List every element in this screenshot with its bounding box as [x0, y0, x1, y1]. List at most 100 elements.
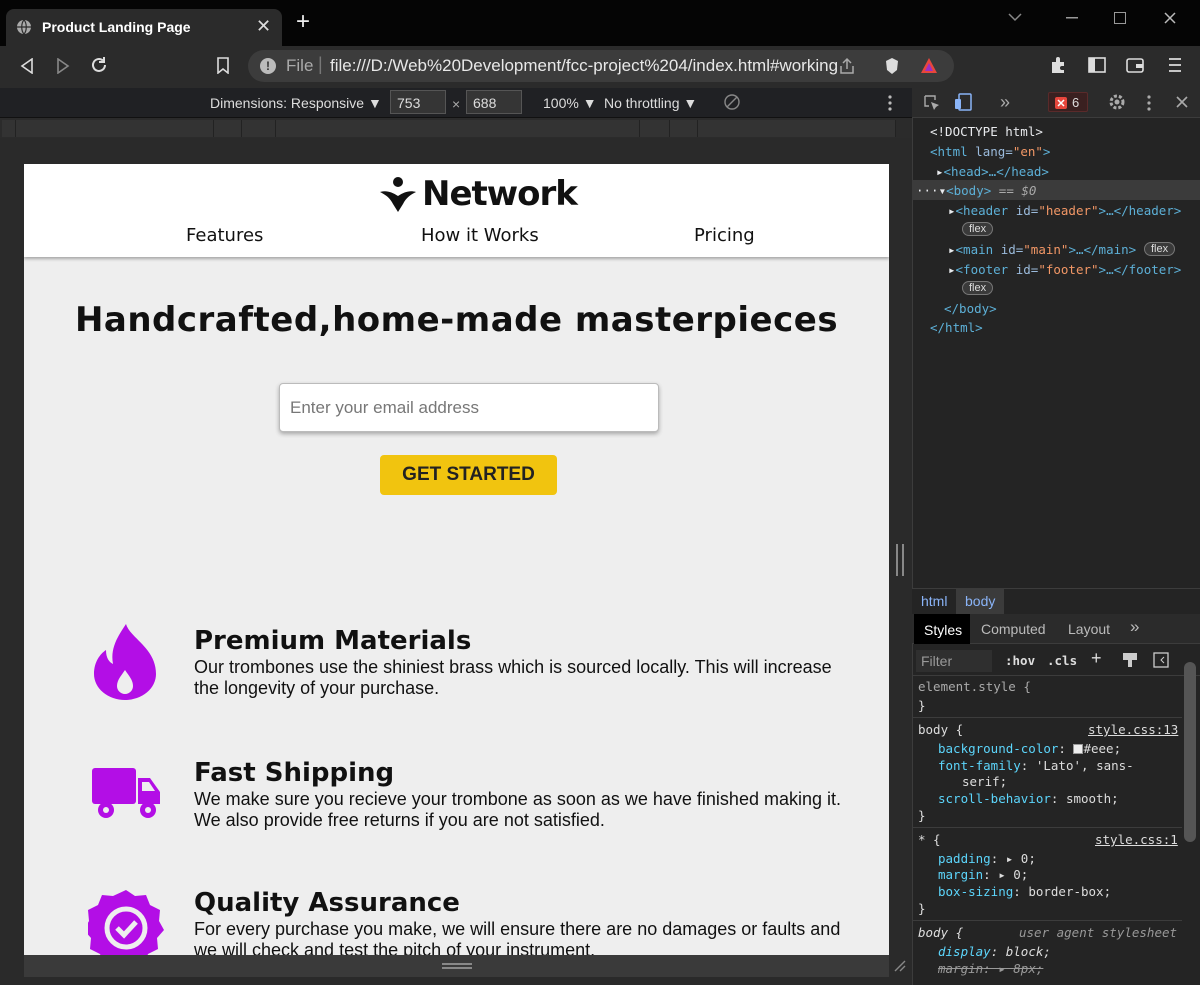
- menu-icon[interactable]: [1168, 57, 1182, 73]
- tab-styles[interactable]: Styles: [914, 614, 970, 644]
- ruler-segment[interactable]: [214, 120, 242, 137]
- rule-divider: [912, 827, 1182, 828]
- css-declaration[interactable]: padding: ▸ 0;: [938, 851, 1036, 866]
- resize-grip[interactable]: [442, 963, 472, 969]
- minimize-icon[interactable]: [1066, 17, 1078, 19]
- reload-icon[interactable]: [90, 56, 108, 74]
- dom-footer[interactable]: ▸<footer id="footer">…</footer>: [948, 262, 1181, 277]
- device-toggle-icon[interactable]: [954, 93, 972, 111]
- dom-body[interactable]: ···▾<body> == $0: [916, 183, 1036, 198]
- flex-badge[interactable]: flex: [962, 222, 994, 236]
- url-text[interactable]: file:///D:/Web%20Development/fcc-project…: [330, 56, 838, 76]
- forward-icon[interactable]: [56, 58, 70, 74]
- css-declaration[interactable]: background-color: #eee;: [938, 741, 1121, 756]
- css-rule-body-selector[interactable]: body {: [918, 722, 963, 737]
- tab-search-icon[interactable]: [1008, 12, 1022, 22]
- brave-shields-icon[interactable]: [884, 57, 900, 75]
- landing-page: Network Features How it Works Pricing Ha…: [24, 164, 889, 955]
- color-swatch[interactable]: [1073, 744, 1084, 754]
- feature-text: We make sure you recieve your trombone a…: [194, 789, 841, 830]
- dom-html[interactable]: <html lang="en">: [930, 144, 1050, 159]
- back-icon[interactable]: [20, 58, 34, 74]
- dom-doctype[interactable]: <!DOCTYPE html>: [930, 124, 1043, 139]
- css-declaration[interactable]: scroll-behavior: smooth;: [938, 791, 1119, 806]
- sidebar-icon[interactable]: [1088, 57, 1106, 73]
- tab-layout[interactable]: Layout: [1068, 621, 1110, 637]
- maximize-icon[interactable]: [1114, 12, 1126, 24]
- get-started-button[interactable]: GET STARTED: [380, 455, 557, 495]
- viewport-resize-right[interactable]: [896, 544, 904, 576]
- resize-corner-icon[interactable]: [894, 960, 906, 972]
- css-rule-end: }: [918, 901, 926, 916]
- viewport-width-input[interactable]: 753: [390, 90, 446, 114]
- share-icon[interactable]: [838, 57, 856, 75]
- wallet-icon[interactable]: [1126, 57, 1144, 73]
- devtools-more-icon[interactable]: [1147, 95, 1151, 111]
- flex-badge[interactable]: flex: [962, 281, 994, 295]
- device-more-icon[interactable]: [888, 95, 892, 111]
- close-tab-icon[interactable]: ✕: [256, 16, 271, 37]
- css-rule-element-style[interactable]: element.style {: [918, 679, 1031, 694]
- inspect-element-icon[interactable]: [924, 95, 940, 111]
- css-rule-ua-selector[interactable]: body {: [918, 925, 963, 940]
- email-input[interactable]: Enter your email address: [279, 383, 659, 432]
- logo-text: Network: [422, 174, 578, 214]
- zoom-dropdown[interactable]: 100% ▼: [543, 95, 597, 111]
- logo-icon: [380, 177, 416, 212]
- globe-icon: [17, 19, 31, 35]
- flex-badge[interactable]: flex: [1144, 242, 1176, 256]
- browser-tab[interactable]: Product Landing Page ✕: [6, 9, 282, 46]
- css-declaration[interactable]: margin: ▸ 0;: [938, 867, 1028, 882]
- nav-link-how-it-works[interactable]: How it Works: [421, 225, 539, 246]
- styles-filter-input[interactable]: Filter: [916, 650, 992, 672]
- devtools-close-icon[interactable]: [1176, 96, 1188, 108]
- ruler-segment[interactable]: [16, 120, 214, 137]
- bookmark-icon[interactable]: [216, 57, 230, 74]
- ruler-segment[interactable]: [242, 120, 276, 137]
- viewport-resize-bottom[interactable]: [24, 955, 889, 977]
- css-source-link[interactable]: style.css:13: [1088, 722, 1178, 737]
- ruler-segment[interactable]: [698, 120, 896, 137]
- nav-link-pricing[interactable]: Pricing: [694, 225, 755, 246]
- ruler-segment[interactable]: [670, 120, 698, 137]
- toggle-sidebar-icon[interactable]: [1153, 652, 1169, 668]
- throttling-dropdown[interactable]: No throttling ▼: [604, 95, 697, 111]
- tab-more[interactable]: »: [1130, 617, 1139, 637]
- css-declaration: display: block;: [938, 944, 1051, 959]
- css-declaration[interactable]: font-family: 'Lato', sans-: [938, 758, 1134, 773]
- rotate-icon[interactable]: [724, 94, 740, 110]
- styles-scrollbar[interactable]: [1184, 662, 1196, 842]
- dom-main[interactable]: ▸<main id="main">…</main>: [948, 242, 1136, 257]
- dom-head[interactable]: ▸<head>…</head>: [936, 164, 1049, 179]
- css-declaration-wrap: serif;: [962, 774, 1008, 789]
- settings-icon[interactable]: [1108, 93, 1126, 111]
- ruler-segment[interactable]: [2, 120, 16, 137]
- ruler-segment[interactable]: [276, 120, 640, 137]
- brave-rewards-icon[interactable]: [920, 57, 938, 75]
- more-tabs-icon[interactable]: »: [1000, 92, 1010, 113]
- dom-html-close[interactable]: </html>: [930, 320, 983, 335]
- new-rule-icon[interactable]: +: [1091, 648, 1102, 669]
- paint-icon[interactable]: [1122, 652, 1138, 668]
- dimensions-dropdown[interactable]: Dimensions: Responsive ▼: [210, 95, 382, 111]
- ruler-segment[interactable]: [640, 120, 670, 137]
- breadcrumb-body[interactable]: body: [956, 588, 1004, 614]
- dom-header[interactable]: ▸<header id="header">…</header>: [948, 203, 1181, 218]
- error-counter[interactable]: 6: [1048, 92, 1088, 112]
- address-bar[interactable]: ! File | file:///D:/Web%20Development/fc…: [248, 50, 954, 82]
- nav-link-features[interactable]: Features: [186, 225, 263, 246]
- dom-body-close[interactable]: </body>: [944, 301, 997, 316]
- page-header: Network Features How it Works Pricing: [24, 164, 889, 257]
- css-rule-star-selector[interactable]: * {: [918, 832, 941, 847]
- window-close-icon[interactable]: [1164, 12, 1176, 24]
- site-info-icon[interactable]: !: [260, 58, 276, 74]
- new-tab-button[interactable]: +: [296, 10, 310, 34]
- css-source-link[interactable]: style.css:1: [1095, 832, 1178, 847]
- hover-state-toggle[interactable]: :hov: [1005, 653, 1035, 668]
- tab-computed[interactable]: Computed: [981, 621, 1046, 637]
- extensions-icon[interactable]: [1050, 56, 1068, 74]
- breadcrumb-html[interactable]: html: [921, 593, 947, 609]
- viewport-height-input[interactable]: 688: [466, 90, 522, 114]
- css-declaration[interactable]: box-sizing: border-box;: [938, 884, 1111, 899]
- class-toggle[interactable]: .cls: [1047, 653, 1077, 668]
